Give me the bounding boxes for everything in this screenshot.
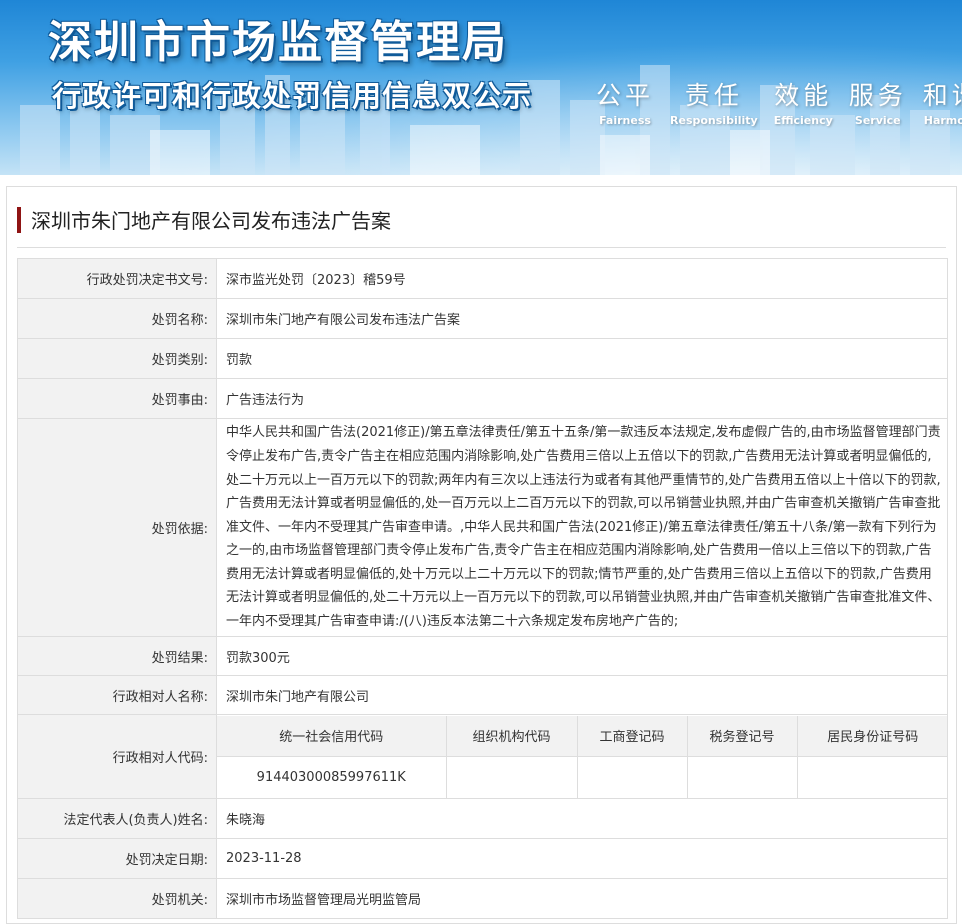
field-label-category: 处罚类别: — [17, 338, 217, 379]
field-label-party: 行政相对人名称: — [17, 675, 217, 715]
motto-efficiency: 效能 Efficiency — [774, 76, 833, 127]
table-row: 法定代表人(负责人)姓名: 朱晓海 — [17, 798, 948, 839]
table-row: 处罚类别: 罚款 — [17, 338, 948, 379]
codes-header-row: 统一社会信用代码 组织机构代码 工商登记码 税务登记号 居民身份证号码 — [217, 715, 948, 757]
field-label-authority: 处罚机关: — [17, 878, 217, 919]
motto-en: Service — [854, 114, 901, 127]
motto-cn: 效能 — [774, 81, 833, 110]
table-row: 行政相对人名称: 深圳市朱门地产有限公司 — [17, 675, 948, 715]
code-value — [796, 756, 948, 798]
motto-cn: 和谐 — [922, 81, 962, 110]
field-value-basis: 中华人民共和国广告法(2021修正)/第五章法律责任/第五十五条/第一款违反本法… — [216, 418, 948, 637]
code-value — [445, 756, 578, 798]
table-row: 处罚事由: 广告违法行为 — [17, 378, 948, 419]
code-header: 组织机构代码 — [445, 715, 578, 757]
motto-cn: 责任 — [684, 81, 743, 110]
site-title: 深圳市市场监督管理局 — [48, 17, 508, 68]
field-value-result: 罚款300元 — [216, 636, 948, 676]
field-label-codes: 行政相对人代码: — [17, 714, 217, 799]
penalty-info-table: 行政处罚决定书文号: 深市监光处罚〔2023〕稽59号 处罚名称: 深圳市朱门地… — [17, 258, 948, 919]
field-label-legal-rep: 法定代表人(负责人)姓名: — [17, 798, 217, 839]
code-header: 统一社会信用代码 — [217, 715, 447, 757]
field-label-reason: 处罚事由: — [17, 378, 217, 419]
motto-en: Responsibility — [670, 114, 758, 127]
table-row: 处罚决定日期: 2023-11-28 — [17, 838, 948, 879]
header-banner: 深圳市市场监督管理局 行政许可和行政处罚信用信息双公示 公平 Fairness … — [0, 0, 962, 175]
field-label-date: 处罚决定日期: — [17, 838, 217, 879]
party-codes-cell: 统一社会信用代码 组织机构代码 工商登记码 税务登记号 居民身份证号码 9144… — [216, 714, 948, 799]
title-accent-bar — [17, 206, 21, 233]
table-row: 处罚名称: 深圳市朱门地产有限公司发布违法广告案 — [17, 298, 948, 339]
table-row: 行政处罚决定书文号: 深市监光处罚〔2023〕稽59号 — [17, 258, 948, 299]
site-subtitle: 行政许可和行政处罚信用信息双公示 — [52, 79, 533, 113]
code-value — [686, 756, 798, 798]
party-codes-table: 统一社会信用代码 组织机构代码 工商登记码 税务登记号 居民身份证号码 9144… — [217, 715, 948, 798]
case-title: 深圳市朱门地产有限公司发布违法广告案 — [31, 209, 391, 233]
table-row: 处罚机关: 深圳市市场监督管理局光明监管局 — [17, 878, 948, 919]
motto-en: Efficiency — [773, 114, 833, 127]
code-value — [576, 756, 688, 798]
field-value-category: 罚款 — [216, 338, 948, 379]
motto-fairness: 公平 Fairness — [596, 76, 654, 127]
code-header: 居民身份证号码 — [796, 715, 948, 757]
field-value-date: 2023-11-28 — [216, 838, 948, 879]
field-label-result: 处罚结果: — [17, 636, 217, 676]
motto-en: Harmony — [923, 114, 962, 127]
motto-group: 公平 Fairness 责任 Responsibility 效能 Efficie… — [596, 76, 962, 127]
field-label-basis: 处罚依据: — [17, 418, 217, 637]
title-divider — [17, 247, 946, 248]
motto-responsibility: 责任 Responsibility — [670, 76, 758, 127]
motto-harmony: 和谐 Harmony — [923, 76, 962, 127]
field-value-reason: 广告违法行为 — [216, 378, 948, 419]
field-value-party: 深圳市朱门地产有限公司 — [216, 675, 948, 715]
motto-en: Fairness — [599, 114, 651, 127]
code-header: 税务登记号 — [686, 715, 798, 757]
table-row: 行政相对人代码: 统一社会信用代码 组织机构代码 工商登记码 税务登记号 居民身… — [17, 714, 948, 799]
code-value: 91440300085997611K — [217, 756, 447, 798]
codes-value-row: 91440300085997611K — [217, 756, 948, 798]
motto-cn: 服务 — [848, 81, 907, 110]
field-value-authority: 深圳市市场监督管理局光明监管局 — [216, 878, 948, 919]
detail-panel: 深圳市朱门地产有限公司发布违法广告案 行政处罚决定书文号: 深市监光处罚〔202… — [6, 186, 957, 924]
motto-service: 服务 Service — [849, 76, 907, 127]
field-label-doc-no: 行政处罚决定书文号: — [17, 258, 217, 299]
case-title-row: 深圳市朱门地产有限公司发布违法广告案 — [17, 205, 391, 234]
motto-cn: 公平 — [596, 81, 655, 110]
field-value-legal-rep: 朱晓海 — [216, 798, 948, 839]
table-row: 处罚依据: 中华人民共和国广告法(2021修正)/第五章法律责任/第五十五条/第… — [17, 418, 948, 637]
field-value-penalty-name: 深圳市朱门地产有限公司发布违法广告案 — [216, 298, 948, 339]
table-row: 处罚结果: 罚款300元 — [17, 636, 948, 676]
field-label-penalty-name: 处罚名称: — [17, 298, 217, 339]
field-value-doc-no: 深市监光处罚〔2023〕稽59号 — [216, 258, 948, 299]
code-header: 工商登记码 — [576, 715, 688, 757]
